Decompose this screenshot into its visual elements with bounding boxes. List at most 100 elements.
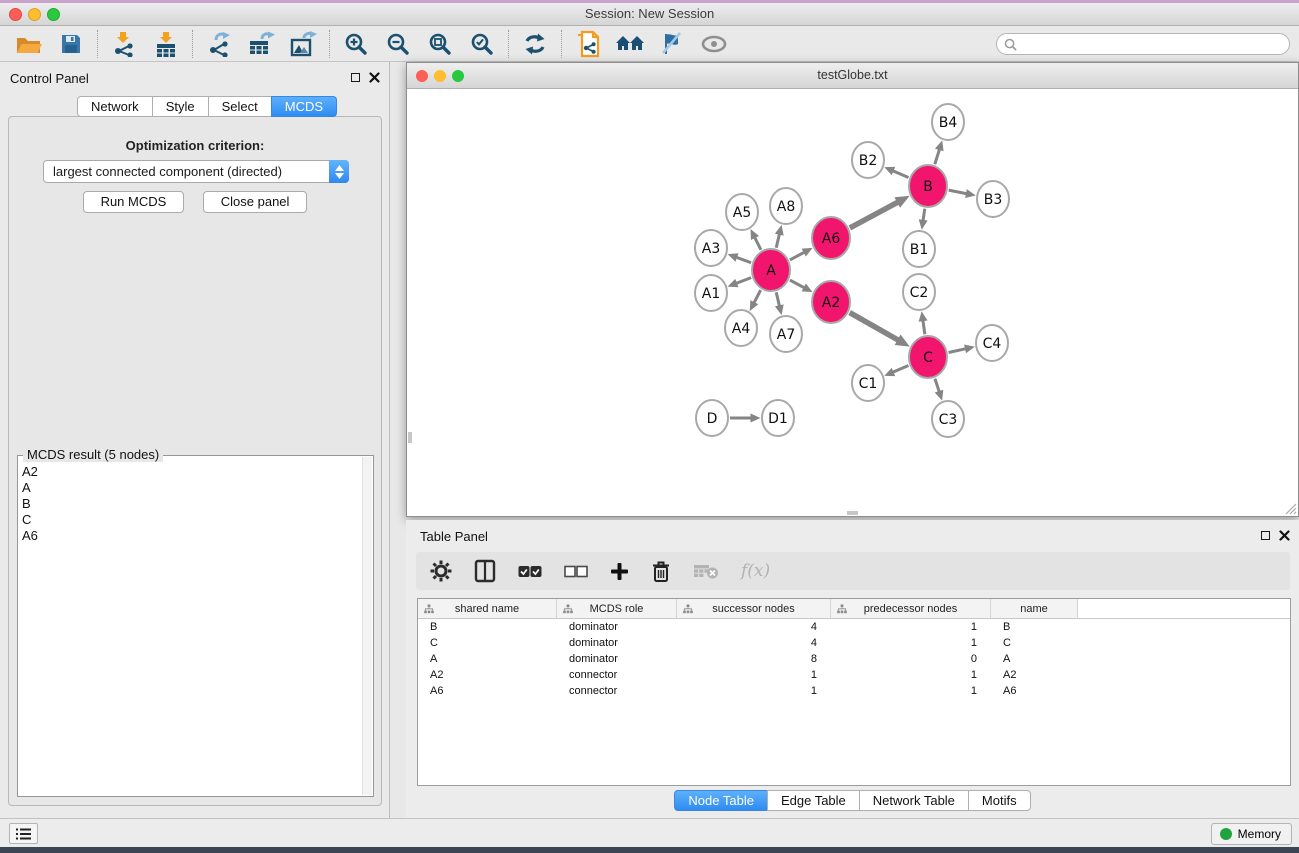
delete-row-button[interactable] [651, 560, 671, 583]
tab-select[interactable]: Select [208, 96, 272, 117]
table-cell[interactable]: B [991, 619, 1078, 635]
deselect-all-button[interactable] [564, 565, 588, 578]
import-network-button[interactable] [103, 28, 145, 60]
horizontal-scrollbar-thumb[interactable] [847, 511, 858, 515]
table-cell[interactable]: 1 [677, 667, 831, 683]
table-cell[interactable]: 1 [677, 683, 831, 699]
table-cell[interactable]: 0 [831, 651, 991, 667]
vertical-scrollbar-thumb[interactable] [408, 432, 412, 443]
float-panel-icon[interactable] [351, 73, 360, 82]
graph-edge[interactable] [850, 202, 899, 228]
function-builder-button[interactable]: f(x) [741, 561, 770, 581]
refresh-layout-button[interactable] [514, 28, 556, 60]
table-cell[interactable]: 8 [677, 651, 831, 667]
table-cell[interactable]: dominator [557, 619, 677, 635]
houses-button[interactable] [609, 28, 651, 60]
tab-network[interactable]: Network [77, 96, 153, 117]
table-cell[interactable]: A6 [418, 683, 557, 699]
run-mcds-button[interactable]: Run MCDS [83, 191, 185, 213]
close-panel-icon[interactable] [1279, 530, 1290, 541]
network-from-document-button[interactable] [567, 28, 609, 60]
task-history-button[interactable] [9, 823, 38, 844]
select-all-button[interactable] [518, 565, 542, 578]
zoom-fit-button[interactable] [419, 28, 461, 60]
table-cell[interactable]: 1 [831, 635, 991, 651]
mcds-list-scrollbar[interactable] [362, 457, 372, 795]
close-panel-icon[interactable] [369, 72, 380, 83]
memory-button[interactable]: Memory [1211, 823, 1292, 845]
graph-edge[interactable] [949, 349, 967, 353]
network-close-traffic-light[interactable] [416, 70, 428, 82]
mcds-result-item[interactable]: C [22, 512, 359, 528]
graph-edge[interactable] [735, 278, 751, 284]
tab-motifs[interactable]: Motifs [968, 790, 1031, 811]
table-row[interactable]: Adominator80A [418, 651, 1290, 667]
flag-toggle-button[interactable] [651, 28, 693, 60]
zoom-traffic-light[interactable] [47, 8, 60, 21]
resize-grip[interactable] [1283, 501, 1297, 515]
minimize-traffic-light[interactable] [28, 8, 41, 21]
graph-edge[interactable] [892, 365, 908, 372]
zoom-in-button[interactable] [335, 28, 377, 60]
table-cell[interactable]: 1 [831, 683, 991, 699]
zoom-out-button[interactable] [377, 28, 419, 60]
graph-edge[interactable] [790, 252, 805, 260]
table-cell[interactable]: A [991, 651, 1078, 667]
table-row[interactable]: Cdominator41C [418, 635, 1290, 651]
table-cell[interactable]: 4 [677, 619, 831, 635]
save-session-button[interactable] [50, 28, 92, 60]
search-input[interactable] [1022, 35, 1289, 53]
zoom-selected-button[interactable] [461, 28, 503, 60]
graph-edge[interactable] [892, 170, 908, 177]
column-header-predecessor-nodes[interactable]: predecessor nodes [831, 599, 991, 618]
graph-edge[interactable] [776, 292, 779, 307]
column-header-name[interactable]: name [991, 599, 1078, 618]
export-table-button[interactable] [240, 28, 282, 60]
mcds-result-item[interactable]: B [22, 496, 359, 512]
open-file-button[interactable] [8, 28, 50, 60]
graph-edge[interactable] [923, 209, 925, 222]
table-cell[interactable]: dominator [557, 635, 677, 651]
graph-edge[interactable] [754, 290, 761, 304]
table-cell[interactable]: C [418, 635, 557, 651]
table-cell[interactable]: A2 [991, 667, 1078, 683]
eye-toggle-button[interactable] [693, 28, 735, 60]
column-header-shared-name[interactable]: shared name [418, 599, 557, 618]
mcds-result-item[interactable]: A6 [22, 528, 359, 544]
column-header-successor-nodes[interactable]: successor nodes [677, 599, 831, 618]
network-zoom-traffic-light[interactable] [452, 70, 464, 82]
tab-network-table[interactable]: Network Table [859, 790, 969, 811]
mcds-result-item[interactable]: A [22, 480, 359, 496]
table-row[interactable]: Bdominator41B [418, 619, 1290, 635]
delete-table-button[interactable] [693, 563, 719, 579]
float-panel-icon[interactable] [1261, 531, 1270, 540]
column-header-MCDS-role[interactable]: MCDS role [557, 599, 677, 618]
table-cell[interactable]: A [418, 651, 557, 667]
graph-edge[interactable] [754, 237, 761, 250]
table-settings-button[interactable] [430, 560, 452, 582]
tab-edge-table[interactable]: Edge Table [767, 790, 860, 811]
table-cell[interactable]: 1 [831, 667, 991, 683]
graph-edge[interactable] [949, 190, 968, 194]
criterion-dropdown[interactable]: largest connected component (directed) [43, 160, 349, 183]
table-cell[interactable]: C [991, 635, 1078, 651]
graph-edge[interactable] [850, 313, 899, 341]
tab-style[interactable]: Style [152, 96, 209, 117]
graph-edge[interactable] [935, 379, 939, 393]
graph-edge[interactable] [923, 320, 925, 335]
table-cell[interactable]: connector [557, 667, 677, 683]
table-row[interactable]: A2connector11A2 [418, 667, 1290, 683]
table-row[interactable]: A6connector11A6 [418, 683, 1290, 699]
graph-edge[interactable] [776, 233, 779, 248]
table-cell[interactable]: A2 [418, 667, 557, 683]
table-cell[interactable]: dominator [557, 651, 677, 667]
table-cell[interactable]: A6 [991, 683, 1078, 699]
close-panel-button[interactable]: Close panel [203, 191, 308, 213]
export-image-button[interactable] [282, 28, 324, 60]
table-cell[interactable]: connector [557, 683, 677, 699]
table-cell[interactable]: 4 [677, 635, 831, 651]
export-network-button[interactable] [198, 28, 240, 60]
column-layout-button[interactable] [474, 559, 496, 583]
add-row-button[interactable] [610, 562, 629, 581]
graph-edge[interactable] [935, 149, 940, 165]
